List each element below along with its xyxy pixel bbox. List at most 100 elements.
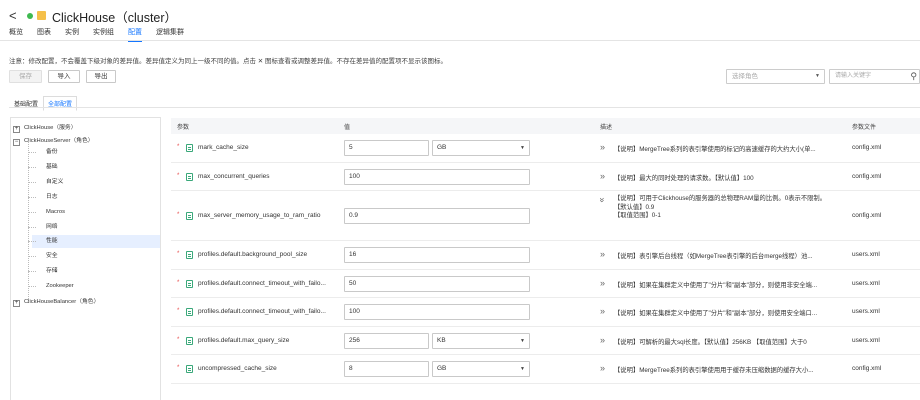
tree-leaf-storage[interactable]: 存储 <box>28 265 160 278</box>
cluster-icon <box>37 11 46 20</box>
param-description: 【说明】MergeTree系列的表引擎使用用于缓存未压缩数据的缓存大小... <box>614 367 814 374</box>
tree-node-label: ClickHouseBalancer（角色） <box>24 299 100 305</box>
tree-connector <box>28 152 36 153</box>
unit-select[interactable]: GB ▼ <box>432 361 530 377</box>
tree-connector <box>28 197 36 198</box>
collapse-minus-icon[interactable]: − <box>13 139 20 146</box>
value-input[interactable]: 50 <box>344 276 530 292</box>
parameter-icon <box>186 308 193 316</box>
tree-connector <box>28 241 36 242</box>
search-input[interactable]: 请输入关键字 ⚲ <box>829 69 920 84</box>
unit-select-value: GB <box>437 365 447 372</box>
tree-connector <box>28 182 36 183</box>
save-button[interactable]: 保存 <box>9 70 42 83</box>
value-input[interactable]: 8 <box>344 361 429 377</box>
tree-leaf-custom[interactable]: 自定义 <box>28 176 160 189</box>
column-header-file: 参数文件 <box>852 125 877 131</box>
tree-connector <box>28 256 36 257</box>
unit-select[interactable]: KB ▼ <box>432 333 530 349</box>
tree-connector <box>28 271 36 272</box>
table-row: * max_server_memory_usage_to_ram_ratio 0… <box>171 191 920 241</box>
value-input[interactable]: 256 <box>344 333 429 349</box>
required-marker: * <box>177 365 180 371</box>
import-button[interactable]: 导入 <box>48 70 80 83</box>
tree-leaf-label: 网络 <box>46 224 58 230</box>
search-icon[interactable]: ⚲ <box>910 70 917 83</box>
tree-node-label: ClickHouse（服务） <box>24 125 77 131</box>
tree-leaf-zookeeper[interactable]: Zookeeper <box>28 280 160 293</box>
param-name: profiles.default.max_query_size <box>198 337 290 344</box>
value-input[interactable]: 100 <box>344 304 530 320</box>
subtab-divider <box>9 107 920 108</box>
required-marker: * <box>177 144 180 150</box>
param-description: 【说明】可用于Clickhouse的服务器的总物理RAM量的比例。0表示不限制。… <box>614 195 846 221</box>
tree-node-balancer-role[interactable]: + ClickHouseBalancer（角色） <box>13 296 99 307</box>
table-row: * profiles.default.max_query_size 256 KB… <box>171 327 920 355</box>
param-description: 【说明】可解析的最大sql长度。【默认值】256KB 【取值范围】大于0 <box>614 339 807 346</box>
parameter-icon <box>186 280 193 288</box>
value-input[interactable]: 5 <box>344 140 429 156</box>
chevrons-right-icon[interactable]: » <box>600 278 605 288</box>
table-header: 参数 值 描述 参数文件 <box>171 118 920 134</box>
table-row: * profiles.default.connect_timeout_with_… <box>171 270 920 298</box>
description-line: 【取值范围】0-1 <box>614 212 661 219</box>
tree-leaf-basic[interactable]: 基础 <box>28 161 160 174</box>
tree-leaf-macros[interactable]: Macros <box>28 206 160 219</box>
subtab-all-config[interactable]: 全部配置 <box>43 96 78 111</box>
required-marker: * <box>177 337 180 343</box>
param-name: uncompressed_cache_size <box>198 365 277 372</box>
chevrons-down-icon[interactable]: » <box>598 197 608 202</box>
table-row: * max_concurrent_queries 100 » 【说明】最大的同时… <box>171 163 920 191</box>
chevrons-right-icon[interactable]: » <box>600 171 605 181</box>
param-file: users.xml <box>852 308 880 315</box>
tree-node-server-role[interactable]: − ClickHouseServer（角色） <box>13 135 94 146</box>
chevrons-right-icon[interactable]: » <box>600 363 605 373</box>
role-select[interactable]: 选择角色 ▼ <box>726 69 825 84</box>
tree-node-clickhouse-service[interactable]: + ClickHouse（服务） <box>13 122 77 133</box>
unit-select[interactable]: GB ▼ <box>432 140 530 156</box>
table-row: * profiles.default.background_pool_size … <box>171 241 920 270</box>
expand-plus-icon[interactable]: + <box>13 126 20 133</box>
expand-plus-icon[interactable]: + <box>13 300 20 307</box>
back-arrow-icon[interactable]: < <box>9 8 17 23</box>
tree-leaf-network[interactable]: 网络 <box>28 221 160 234</box>
tree-node-label: ClickHouseServer（角色） <box>24 138 94 144</box>
tree-leaf-backup[interactable]: 备份 <box>28 146 160 159</box>
chevrons-right-icon[interactable]: » <box>600 306 605 316</box>
param-name: max_concurrent_queries <box>198 173 270 180</box>
param-name: profiles.default.connect_timeout_with_fa… <box>198 280 326 287</box>
chevrons-right-icon[interactable]: » <box>600 335 605 345</box>
notice-text: 注意：修改配置，不会覆盖下级对象的差异值。差异值定义为同上一级不同的值。点击 ✕… <box>9 58 448 65</box>
export-button[interactable]: 导出 <box>86 70 116 83</box>
tree-leaf-log[interactable]: 日志 <box>28 191 160 204</box>
chevron-down-icon: ▼ <box>520 145 525 151</box>
tree-leaf-label: 安全 <box>46 253 58 259</box>
value-input[interactable]: 100 <box>344 169 530 185</box>
tree-connector <box>28 167 36 168</box>
value-input[interactable]: 0.9 <box>344 208 530 224</box>
param-name: profiles.default.background_pool_size <box>198 251 308 258</box>
table-row: * profiles.default.connect_timeout_with_… <box>171 298 920 327</box>
chevron-down-icon: ▼ <box>815 73 820 79</box>
param-name: max_server_memory_usage_to_ram_ratio <box>198 212 321 219</box>
required-marker: * <box>177 251 180 257</box>
description-line: 【默认值】0.9 <box>614 203 655 211</box>
config-tree: + ClickHouse（服务） − ClickHouseServer（角色） 备份… <box>10 117 161 400</box>
subtab-basic-config[interactable]: 基础配置 <box>9 96 43 111</box>
chevrons-right-icon[interactable]: » <box>600 142 605 152</box>
column-header-desc: 描述 <box>600 125 613 131</box>
required-marker: * <box>177 280 180 286</box>
tree-leaf-security[interactable]: 安全 <box>28 250 160 263</box>
tree-leaf-performance[interactable]: 性能 <box>28 235 160 248</box>
param-description: 【说明】表引擎后台线程（如MergeTree表引擎的后台merge线程）池... <box>614 253 813 260</box>
required-marker: * <box>177 308 180 314</box>
param-file: users.xml <box>852 280 880 287</box>
column-header-value: 值 <box>344 125 351 131</box>
parameter-icon <box>186 212 193 220</box>
value-input[interactable]: 16 <box>344 247 530 263</box>
tree-leaf-label: 备份 <box>46 149 58 155</box>
page-header: < ClickHouse（cluster） 概览 图表 实例 实例组 配置 逻辑… <box>0 0 920 42</box>
param-file: users.xml <box>852 337 880 344</box>
header-divider <box>0 40 920 41</box>
chevrons-right-icon[interactable]: » <box>600 249 605 259</box>
